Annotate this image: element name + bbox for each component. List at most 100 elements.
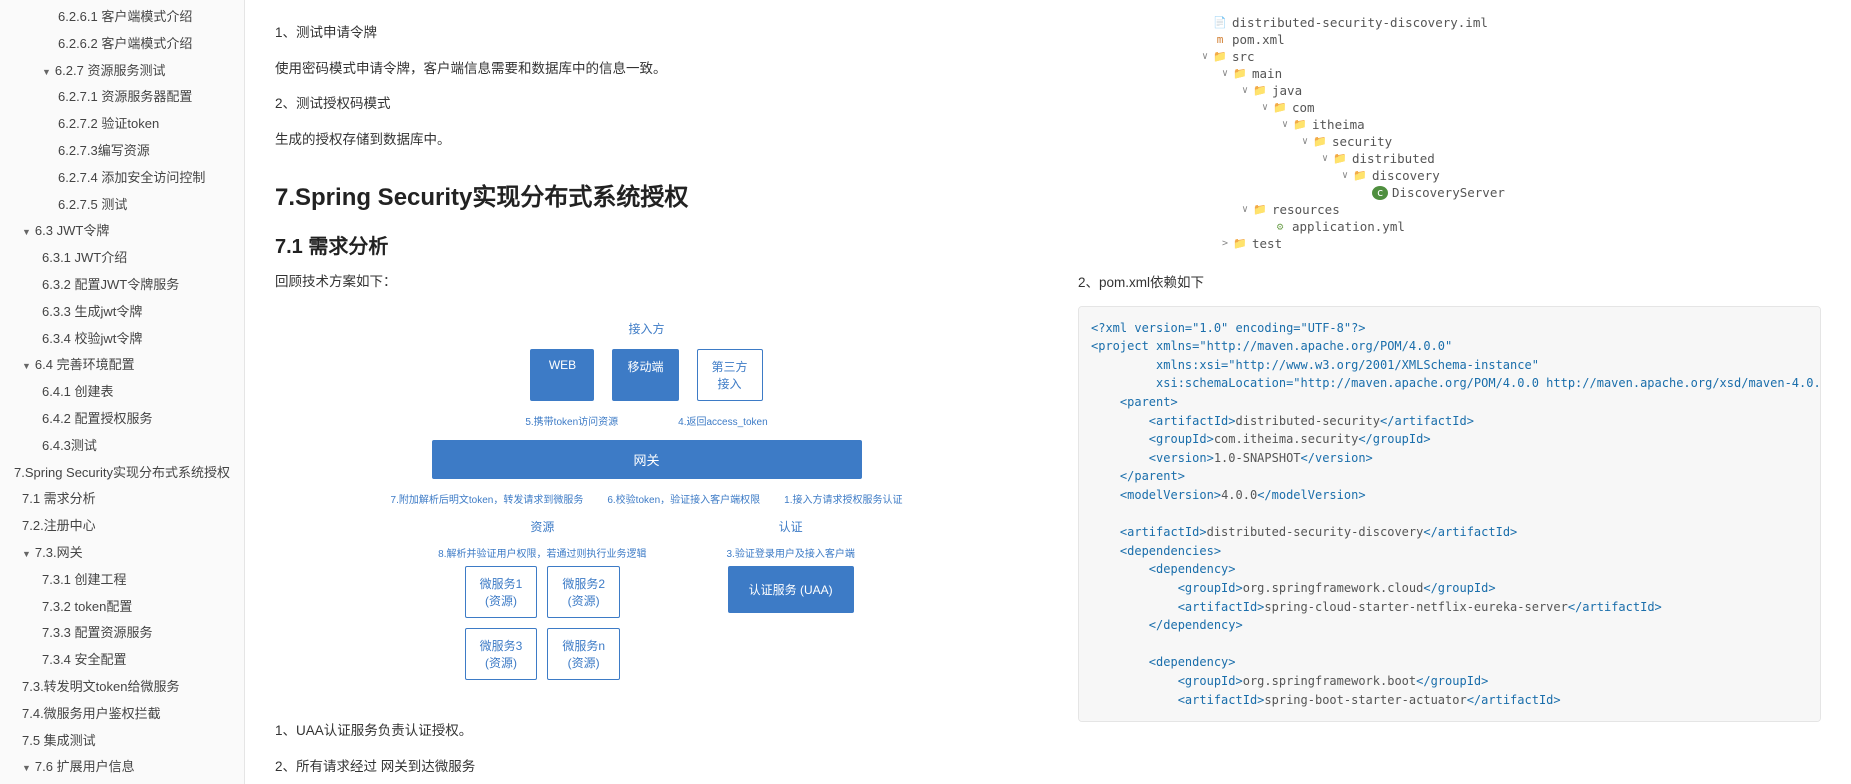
tree-label: src [1232,49,1255,64]
toc-item[interactable]: 6.2.7.1 资源服务器配置 [0,84,244,111]
toc-item[interactable]: 7.3.1 创建工程 [0,567,244,594]
heading-7-1: 7.1 需求分析 [275,230,1018,259]
toc-item[interactable]: 6.3.1 JWT介绍 [0,245,244,272]
box-gateway: 网关 [432,440,862,479]
tree-row[interactable]: ∨📁 discovery [1078,167,1821,184]
toc-item[interactable]: 6.2.7.4 添加安全访问控制 [0,165,244,192]
toc-item[interactable]: 7.Spring Security实现分布式系统授权 [0,460,244,487]
toc-item[interactable]: 6.3.3 生成jwt令牌 [0,299,244,326]
tree-label: pom.xml [1232,32,1285,47]
chevron-icon[interactable]: ∨ [1318,153,1332,164]
toc-item[interactable]: 6.2.7.2 验证token [0,111,244,138]
toc-item[interactable]: 7.3.4 安全配置 [0,647,244,674]
file-icon: m [1212,33,1228,47]
toc-item[interactable]: 6.4.1 创建表 [0,379,244,406]
folder-icon: 📁 [1292,118,1308,132]
folder-icon: 📁 [1272,101,1288,115]
toc-item[interactable]: 6.2.7.3编写资源 [0,138,244,165]
arrow-7: 7.附加解析后明文token，转发请求到微服务 [391,491,584,506]
box-ms3: 微服务3 (资源) [465,628,538,680]
tree-label: java [1272,83,1302,98]
tree-row[interactable]: ⚙ application.yml [1078,218,1821,235]
toc-item[interactable]: 7.6 扩展用户信息 [0,754,244,781]
architecture-diagram: 接入方 WEB 移动端 第三方 接入 5.携带token访问资源 4.返回acc… [275,310,1018,702]
arrow-6: 6.校验token，验证接入客户端权限 [607,491,760,506]
para: 使用密码模式申请令牌，客户端信息需要和数据库中的信息一致。 [275,56,1018,82]
tree-label: itheima [1312,117,1365,132]
toc-item[interactable]: 7.3.3 配置资源服务 [0,620,244,647]
toc-item[interactable]: 7.1 需求分析 [0,486,244,513]
toc-sidebar[interactable]: 6.2.6.1 客户端模式介绍6.2.6.2 客户端模式介绍6.2.7 资源服务… [0,0,245,784]
toc-item[interactable]: 7.3.网关 [0,540,244,567]
tree-row[interactable]: ∨📁 security [1078,133,1821,150]
box-thirdparty: 第三方 接入 [697,349,763,401]
folder-icon: 📁 [1232,67,1248,81]
file-icon: 📄 [1212,16,1228,30]
toc-item[interactable]: 6.2.7 资源服务测试 [0,58,244,85]
box-uaa: 认证服务 (UAA) [728,566,854,613]
toc-item[interactable]: 6.4.2 配置授权服务 [0,406,244,433]
chevron-icon[interactable]: ∨ [1238,204,1252,215]
chevron-icon[interactable]: ∨ [1218,68,1232,79]
toc-item[interactable]: 6.2.6.1 客户端模式介绍 [0,4,244,31]
tree-row[interactable]: ∨📁 src [1078,48,1821,65]
chevron-icon[interactable]: ∨ [1278,119,1292,130]
tree-row[interactable]: ∨📁resources [1078,201,1821,218]
folder-icon: 📁 [1332,152,1348,166]
chevron-icon[interactable]: ∨ [1338,170,1352,181]
toc-item[interactable]: 7.4.微服务用户鉴权拦截 [0,701,244,728]
tree-label: discovery [1372,168,1440,183]
box-msn: 微服务n (资源) [547,628,620,680]
tree-label: security [1332,134,1392,149]
access-group-label: 接入方 [285,320,1008,337]
toc-item[interactable]: 7.2.注册中心 [0,513,244,540]
bullet-2: 2、所有请求经过 网关到达微服务 [275,754,1018,780]
file-icon: ⚙ [1272,220,1288,234]
toc-item[interactable]: 7.5 集成测试 [0,728,244,755]
tree-row[interactable]: ∨📁 com [1078,99,1821,116]
toc-item[interactable]: 6.4 完善环境配置 [0,352,244,379]
toc-item[interactable]: 6.2.7.5 测试 [0,192,244,219]
tree-row[interactable]: ∨📁 java [1078,82,1821,99]
tree-row[interactable]: ∨📁main [1078,65,1821,82]
para: 回顾技术方案如下： [275,269,1018,295]
resource-group-label: 资源 [530,518,554,535]
toc-item[interactable]: 6.4.3测试 [0,433,244,460]
tree-row[interactable]: cDiscoveryServer [1078,184,1821,201]
arrow-4: 4.返回access_token [678,413,768,428]
tree-label: DiscoveryServer [1392,185,1505,200]
arrow-5: 5.携带token访问资源 [525,413,618,428]
code-block-pom[interactable]: <?xml version="1.0" encoding="UTF-8"?> <… [1078,306,1821,722]
toc-item[interactable]: 6.3.4 校验jwt令牌 [0,326,244,353]
tree-row[interactable]: >📁test [1078,235,1821,252]
box-mobile: 移动端 [612,349,678,401]
tree-row[interactable]: ∨📁 itheima [1078,116,1821,133]
folder-icon: 📁 [1212,50,1228,64]
tree-label: application.yml [1292,219,1405,234]
folder-icon: 📁 [1352,169,1368,183]
box-web: WEB [530,349,594,401]
chevron-icon[interactable]: ∨ [1238,85,1252,96]
toc-item[interactable]: 6.3.2 配置JWT令牌服务 [0,272,244,299]
chevron-icon[interactable]: ∨ [1198,51,1212,62]
tree-row[interactable]: m pom.xml [1078,31,1821,48]
toc-item[interactable]: 7.3.2 token配置 [0,594,244,621]
tree-label: test [1252,236,1282,251]
toc-item[interactable]: 7.3.转发明文token给微服务 [0,674,244,701]
toc-item[interactable]: 6.3 JWT令牌 [0,218,244,245]
folder-icon: 📁 [1252,84,1268,98]
arrow-8: 8.解析并验证用户权限，若通过则执行业务逻辑 [438,545,646,560]
para: 2、测试授权码模式 [275,91,1018,117]
tree-row[interactable]: 📄distributed-security-discovery.iml [1078,14,1821,31]
toc-item[interactable]: 6.2.6.2 客户端模式介绍 [0,31,244,58]
tree-label: com [1292,100,1315,115]
chevron-icon[interactable]: ∨ [1258,102,1272,113]
para: 生成的授权存储到数据库中。 [275,127,1018,153]
arrow-3: 3.验证登录用户及接入客户端 [727,545,855,560]
chevron-icon[interactable]: > [1218,238,1232,249]
project-tree[interactable]: 📄distributed-security-discovery.iml m pom.… [1078,14,1821,252]
para-pom: 2、pom.xml依赖如下 [1078,270,1821,296]
tree-row[interactable]: ∨📁distributed [1078,150,1821,167]
chevron-icon[interactable]: ∨ [1298,136,1312,147]
folder-icon: 📁 [1312,135,1328,149]
